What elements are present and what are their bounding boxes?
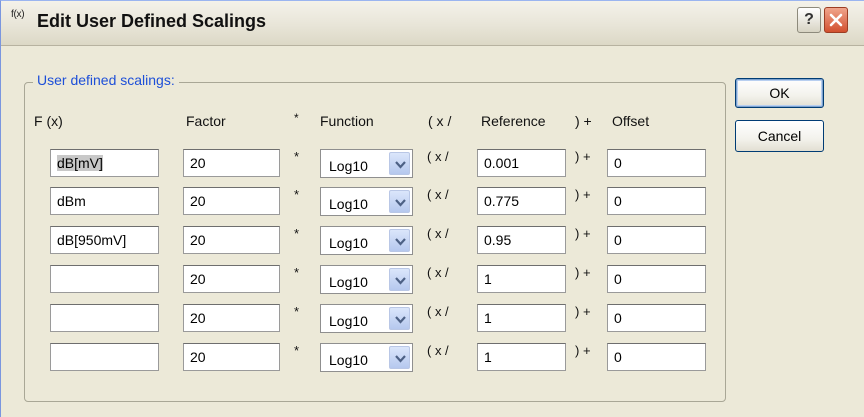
open-paren-symbol: ( x /: [427, 226, 449, 241]
factor-field[interactable]: 20: [183, 226, 280, 254]
close-icon: [829, 13, 843, 27]
close-paren-symbol: ) +: [575, 187, 591, 202]
times-symbol: *: [294, 343, 300, 358]
function-value: Log10: [329, 313, 368, 329]
times-symbol: *: [294, 265, 300, 280]
chevron-down-icon: [395, 199, 406, 207]
times-symbol: *: [294, 304, 300, 319]
function-select[interactable]: Log10: [320, 304, 413, 333]
reference-field[interactable]: 0.775: [477, 187, 566, 215]
dropdown-button[interactable]: [389, 190, 410, 213]
open-paren-symbol: ( x /: [427, 304, 449, 319]
chevron-down-icon: [395, 238, 406, 246]
offset-field[interactable]: 0: [607, 187, 706, 215]
function-icon: f(x): [11, 9, 25, 20]
function-value: Log10: [329, 235, 368, 251]
open-paren-symbol: ( x /: [427, 265, 449, 280]
factor-field[interactable]: 20: [183, 343, 280, 371]
reference-field[interactable]: 1: [477, 304, 566, 332]
help-icon: ?: [804, 11, 814, 28]
chevron-down-icon: [395, 316, 406, 324]
times-symbol: *: [294, 149, 300, 164]
help-button[interactable]: ?: [797, 7, 821, 33]
ok-button[interactable]: OK: [735, 78, 824, 108]
close-paren-symbol: ) +: [575, 343, 591, 358]
close-paren-symbol: ) +: [575, 226, 591, 241]
dropdown-button[interactable]: [389, 346, 410, 369]
fx-field[interactable]: [50, 343, 159, 371]
header-reference: Reference: [481, 113, 546, 129]
factor-field[interactable]: 20: [183, 149, 280, 177]
fx-field[interactable]: [50, 304, 159, 332]
header-open: ( x /: [428, 113, 452, 129]
reference-field[interactable]: 0.95: [477, 226, 566, 254]
open-paren-symbol: ( x /: [427, 343, 449, 358]
header-close: ) +: [575, 113, 592, 129]
fx-field[interactable]: dBm: [50, 187, 159, 215]
reference-field[interactable]: 1: [477, 343, 566, 371]
offset-field[interactable]: 0: [607, 343, 706, 371]
function-value: Log10: [329, 274, 368, 290]
factor-field[interactable]: 20: [183, 187, 280, 215]
fx-field[interactable]: dB[950mV]: [50, 226, 159, 254]
chevron-down-icon: [395, 277, 406, 285]
reference-field[interactable]: 1: [477, 265, 566, 293]
offset-field[interactable]: 0: [607, 265, 706, 293]
times-symbol: *: [294, 187, 300, 202]
fx-value: dB[mV]: [57, 155, 103, 171]
edit-scalings-dialog: f(x) Edit User Defined Scalings ? User d…: [0, 0, 864, 417]
header-times: *: [294, 111, 299, 125]
function-select[interactable]: Log10: [320, 226, 413, 255]
chevron-down-icon: [395, 355, 406, 363]
function-value: Log10: [329, 158, 368, 174]
factor-field[interactable]: 20: [183, 304, 280, 332]
close-paren-symbol: ) +: [575, 149, 591, 164]
dropdown-button[interactable]: [389, 268, 410, 291]
factor-field[interactable]: 20: [183, 265, 280, 293]
chevron-down-icon: [395, 161, 406, 169]
reference-field[interactable]: 0.001: [477, 149, 566, 177]
function-value: Log10: [329, 352, 368, 368]
close-paren-symbol: ) +: [575, 265, 591, 280]
title-bar[interactable]: f(x) Edit User Defined Scalings ?: [1, 1, 864, 46]
function-select[interactable]: Log10: [320, 149, 413, 178]
cancel-button[interactable]: Cancel: [735, 120, 824, 152]
function-select[interactable]: Log10: [320, 187, 413, 216]
close-paren-symbol: ) +: [575, 304, 591, 319]
group-label: User defined scalings:: [33, 72, 179, 88]
offset-field[interactable]: 0: [607, 226, 706, 254]
header-factor: Factor: [186, 113, 226, 129]
header-fx: F (x): [34, 113, 63, 129]
fx-field[interactable]: dB[mV]: [50, 149, 159, 177]
header-offset: Offset: [612, 113, 650, 129]
dropdown-button[interactable]: [389, 152, 410, 175]
function-select[interactable]: Log10: [320, 265, 413, 294]
function-value: Log10: [329, 196, 368, 212]
fx-field[interactable]: [50, 265, 159, 293]
function-select[interactable]: Log10: [320, 343, 413, 372]
times-symbol: *: [294, 226, 300, 241]
window-title: Edit User Defined Scalings: [37, 11, 267, 31]
dropdown-button[interactable]: [389, 229, 410, 252]
offset-field[interactable]: 0: [607, 304, 706, 332]
dropdown-button[interactable]: [389, 307, 410, 330]
offset-field[interactable]: 0: [607, 149, 706, 177]
header-function: Function: [320, 113, 374, 129]
close-button[interactable]: [824, 7, 848, 33]
open-paren-symbol: ( x /: [427, 187, 449, 202]
open-paren-symbol: ( x /: [427, 149, 449, 164]
